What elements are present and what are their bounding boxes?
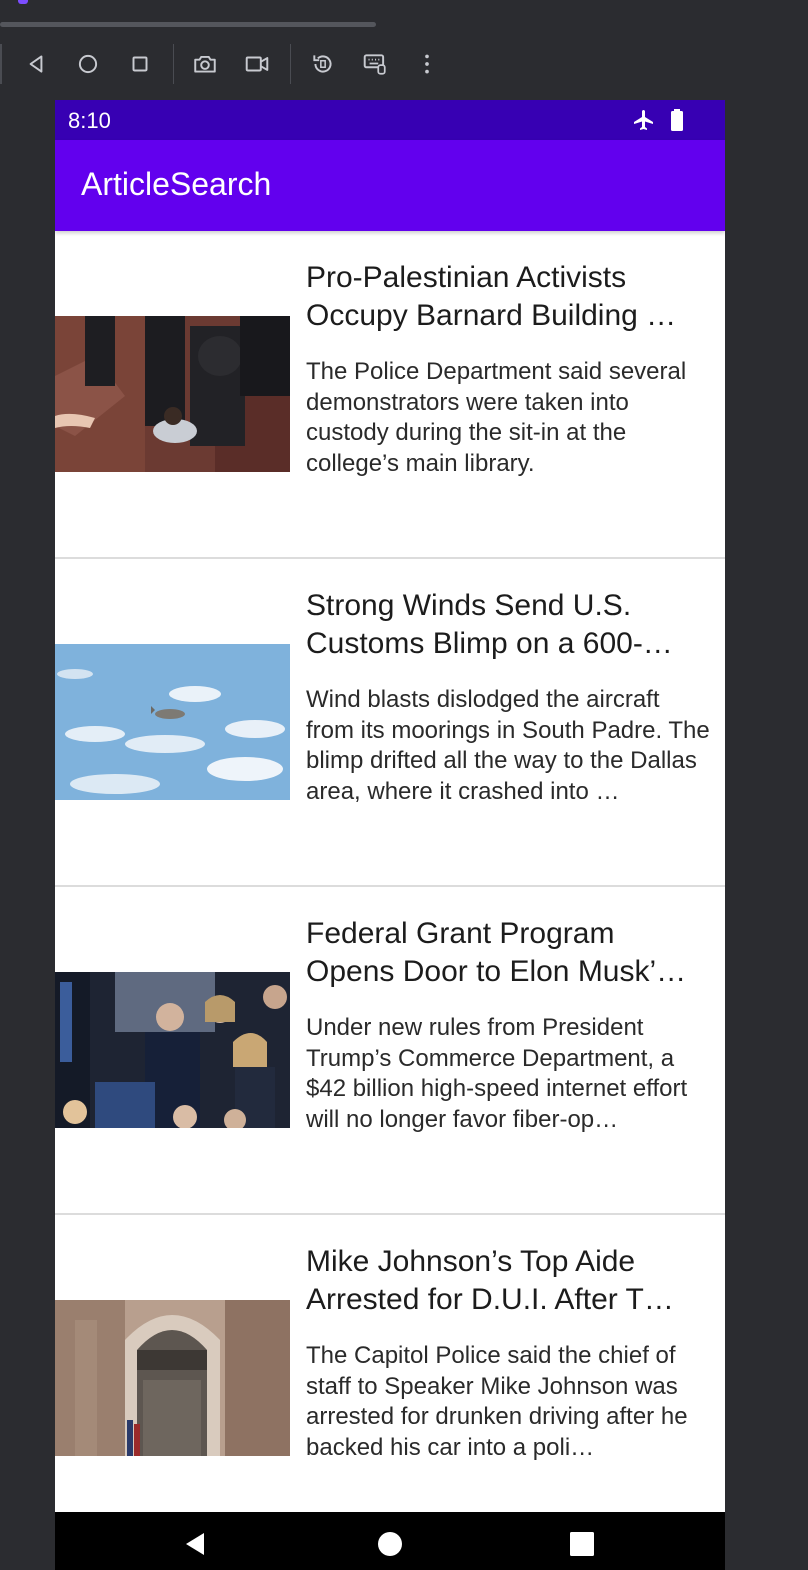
article-list[interactable]: Pro-Palestinian Activists Occupy Barnard… [55,231,725,1512]
article-item[interactable]: Pro-Palestinian Activists Occupy Barnard… [55,231,725,559]
nav-recents-button[interactable] [562,1524,602,1564]
emulator-tab-bar [0,22,376,27]
more-vert-icon [425,54,429,74]
emulator-tab-strip [0,0,808,30]
device-screen: 8:10 ArticleSearch Pro-Palestinian Activ… [55,100,725,1570]
status-time: 8:10 [68,108,111,133]
article-title: Federal Grant Program Opens Door to Elon… [306,917,687,988]
emulator-screenshot-button[interactable] [185,44,225,84]
toolbar-edge-divider [0,44,2,84]
emulator-toolbar [0,30,808,100]
battery-icon [671,109,683,131]
airplane-mode-icon [634,110,653,130]
article-abstract: The Police Department said several demon… [306,358,687,477]
video-record-icon [245,56,269,72]
rotate-icon [313,55,332,73]
emulator-record-button[interactable] [237,44,277,84]
nav-back-icon [186,1533,204,1555]
overview-square-icon [132,56,148,72]
nav-home-icon [378,1532,402,1556]
article-title: Mike Johnson’s Top Aide Arrested for D.U… [306,1245,674,1316]
toolbar-divider [173,44,174,84]
article-title: Pro-Palestinian Activists Occupy Barnard… [306,261,677,332]
article-abstract: Wind blasts dislodged the aircraft from … [306,686,710,805]
article-thumbnail [55,972,290,1128]
article-item[interactable]: Mike Johnson’s Top Aide Arrested for D.U… [55,1215,725,1543]
emulator-more-button[interactable] [407,44,447,84]
emulator-home-button[interactable] [68,44,108,84]
emulator-back-button[interactable] [16,44,56,84]
home-circle-icon [78,54,98,74]
article-thumbnail [55,316,290,472]
app-bar: ArticleSearch [55,140,725,231]
article-thumbnail [55,1300,290,1456]
nav-home-button[interactable] [370,1524,410,1564]
nav-recents-icon [570,1532,594,1556]
app-title: ArticleSearch [81,166,272,202]
article-thumbnail [55,644,290,800]
emulator-keyboard-button[interactable] [355,44,395,84]
emulator-overview-button[interactable] [120,44,160,84]
system-nav-bar [55,1512,725,1570]
article-item[interactable]: Federal Grant Program Opens Door to Elon… [55,887,725,1215]
article-item[interactable]: Strong Winds Send U.S. Customs Blimp on … [55,559,725,887]
article-abstract: The Capitol Police said the chief of sta… [306,1342,688,1461]
status-bar: 8:10 [55,100,725,140]
back-triangle-icon [29,55,43,73]
emulator-tab-indicator [18,0,28,4]
toolbar-divider [290,44,291,84]
camera-icon [194,55,216,73]
status-icons [631,108,685,132]
article-abstract: Under new rules from President Trump’s C… [306,1014,688,1133]
nav-back-button[interactable] [175,1524,215,1564]
article-title: Strong Winds Send U.S. Customs Blimp on … [306,589,673,660]
emulator-rotate-button[interactable] [303,44,343,84]
keyboard-icon [363,54,386,75]
